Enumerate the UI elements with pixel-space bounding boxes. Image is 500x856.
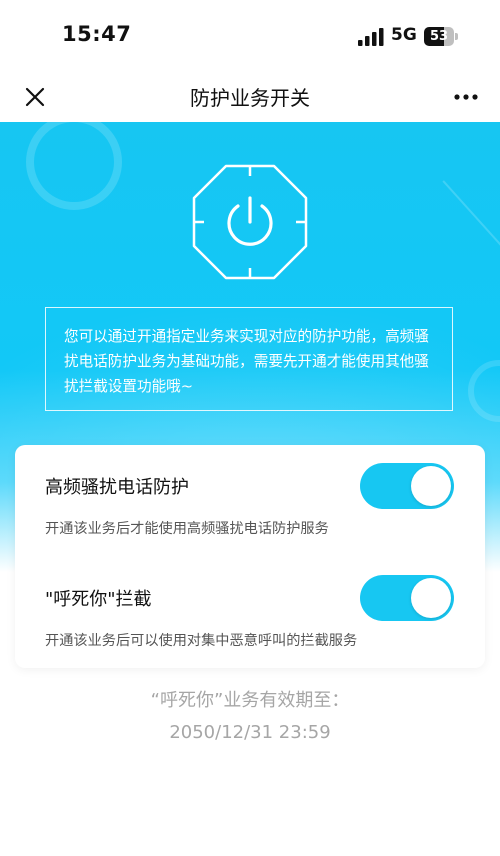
service-row-call-bomb: "呼死你"拦截 开通该业务后可以使用对集中恶意呼叫的拦截服务 <box>15 557 485 667</box>
decoration-circle <box>26 122 122 210</box>
service-description: 开通该业务后可以使用对集中恶意呼叫的拦截服务 <box>45 633 358 649</box>
page-title: 防护业务开关 <box>190 86 310 110</box>
screen: 15:47 5G 53 防护业务开关 您可以通过开通指定业务来实现对应的防护功能… <box>0 0 500 856</box>
validity-date: 2050/12/31 23:59 <box>169 722 331 743</box>
more-dots-icon <box>454 94 478 100</box>
call-bomb-block-toggle[interactable] <box>360 575 454 621</box>
toggle-knob <box>411 578 451 618</box>
close-button[interactable] <box>18 80 52 114</box>
services-card: 高频骚扰电话防护 开通该业务后才能使用高频骚扰电话防护服务 "呼死你"拦截 开通… <box>15 445 485 668</box>
service-description: 开通该业务后才能使用高频骚扰电话防护服务 <box>45 521 329 537</box>
more-button[interactable] <box>446 80 486 114</box>
status-bar: 15:47 5G 53 <box>0 0 500 72</box>
battery-level: 53 <box>429 29 449 44</box>
high-frequency-protection-toggle[interactable] <box>360 463 454 509</box>
status-time: 15:47 <box>62 22 132 46</box>
signal-bars-icon <box>358 28 384 46</box>
close-icon <box>25 87 45 107</box>
decoration-line <box>442 180 500 286</box>
battery-icon: 53 <box>424 27 458 46</box>
nav-bar: 防护业务开关 <box>0 72 500 122</box>
toggle-knob <box>411 466 451 506</box>
network-type: 5G <box>391 25 417 45</box>
service-row-high-frequency: 高频骚扰电话防护 开通该业务后才能使用高频骚扰电话防护服务 <box>15 445 485 555</box>
info-description: 您可以通过开通指定业务来实现对应的防护功能，高频骚扰电话防护业务为基础功能，需要… <box>45 307 453 411</box>
power-shield-icon <box>192 164 308 280</box>
decoration-circle <box>468 360 500 422</box>
service-title: "呼死你"拦截 <box>45 589 152 610</box>
service-title: 高频骚扰电话防护 <box>45 477 189 498</box>
validity-label: “呼死你”业务有效期至： <box>150 690 350 711</box>
